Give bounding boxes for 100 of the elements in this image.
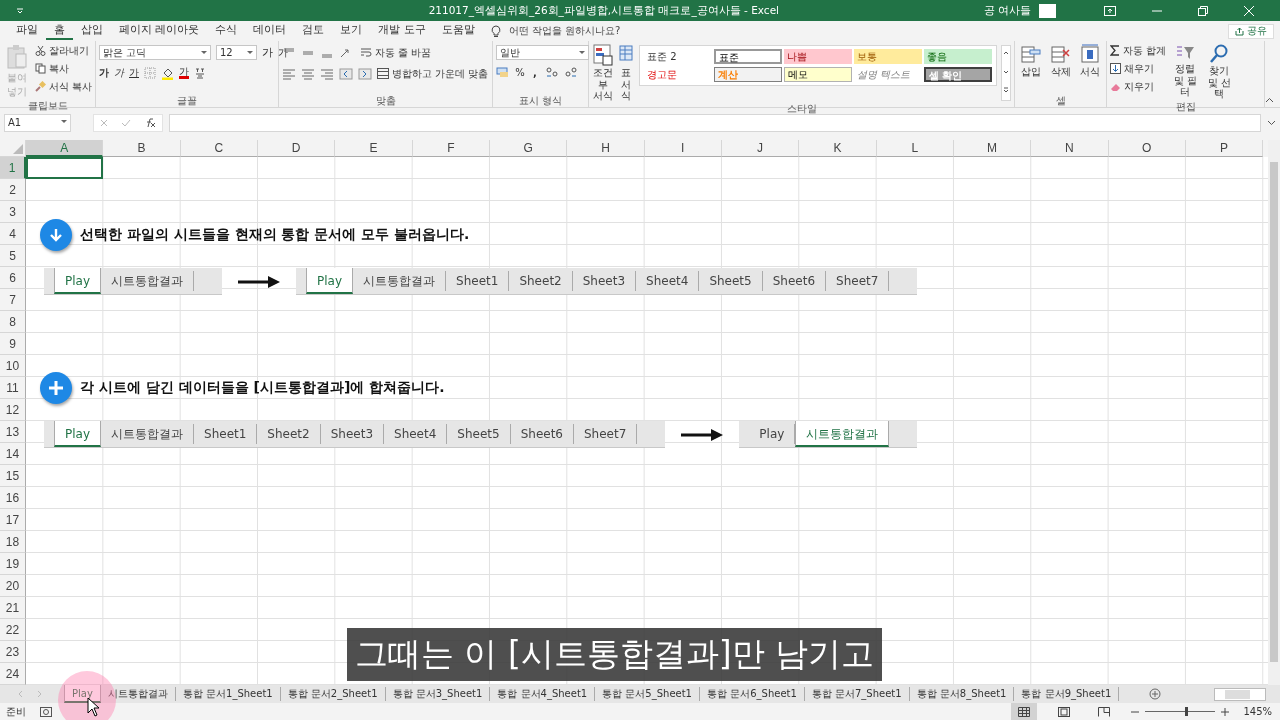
column-header[interactable]: M <box>953 140 1032 157</box>
row-header[interactable]: 5 <box>0 245 26 267</box>
ribbon-tab[interactable]: 수식 <box>207 22 246 41</box>
find-select-button[interactable]: 찾기 및 선택 <box>1204 43 1235 100</box>
format-painter-button[interactable]: 서식 복사 <box>34 79 92 94</box>
underline-button[interactable]: 가 <box>129 66 139 80</box>
row-header[interactable]: 24 <box>0 663 26 685</box>
sheet-tab[interactable]: 시트통합결과 <box>100 687 176 701</box>
sheet-tab[interactable]: 통합 문서1_Sheet1 <box>175 687 281 701</box>
delete-cells-button[interactable]: 삭제 <box>1047 43 1074 79</box>
row-header[interactable]: 22 <box>0 619 26 641</box>
font-color-button[interactable]: 가 <box>179 67 189 79</box>
cut-button[interactable]: 잘라내기 <box>34 43 92 58</box>
column-header[interactable]: E <box>335 140 413 157</box>
sort-filter-button[interactable]: 정렬 및 필터 <box>1170 43 1201 98</box>
phonetic-guide-icon[interactable] <box>194 67 206 79</box>
normal-view-icon[interactable] <box>1011 703 1038 720</box>
row-header[interactable]: 15 <box>0 465 26 487</box>
row-header[interactable]: 11 <box>0 377 26 399</box>
row-header[interactable]: 7 <box>0 289 26 311</box>
ribbon-tab[interactable]: 페이지 레이아웃 <box>111 22 208 41</box>
selected-cell[interactable] <box>26 157 104 179</box>
cell-style[interactable]: 메모 <box>784 67 852 82</box>
sheet-tab[interactable]: 통합 문서7_Sheet1 <box>804 687 910 701</box>
row-header[interactable]: 6 <box>0 267 26 289</box>
close-icon[interactable] <box>1244 5 1254 16</box>
copy-button[interactable]: 복사 <box>34 61 92 76</box>
font-name-dropdown[interactable]: 맑은 고딕 <box>99 45 211 60</box>
sheet-tab[interactable]: 통합 문서6_Sheet1 <box>700 687 805 701</box>
insert-cells-button[interactable]: 삽입 <box>1018 43 1044 79</box>
zoom-level[interactable]: 145% <box>1243 706 1272 717</box>
name-box[interactable]: A1 <box>4 114 71 132</box>
column-header[interactable]: D <box>258 140 336 157</box>
cell-style[interactable]: 보통 <box>854 49 922 64</box>
increase-font-button[interactable]: 가 <box>262 45 273 60</box>
percent-button[interactable]: % <box>515 66 525 78</box>
cell-style[interactable]: 설명 텍스트 <box>854 67 922 82</box>
sheet-tab[interactable]: 통합 문서8_Sheet1 <box>909 687 1015 701</box>
cell-style[interactable]: 좋음 <box>924 49 992 64</box>
row-header[interactable]: 23 <box>0 641 26 663</box>
number-format-dropdown[interactable]: 일반 <box>496 45 589 60</box>
row-header[interactable]: 19 <box>0 553 26 575</box>
ribbon-tab[interactable]: 보기 <box>332 22 371 41</box>
share-button[interactable]: 공유 <box>1228 23 1274 39</box>
decrease-decimal-icon[interactable] <box>564 66 578 78</box>
increase-decimal-icon[interactable] <box>545 66 559 78</box>
column-header[interactable]: J <box>721 140 800 157</box>
restore-icon[interactable] <box>1198 5 1208 16</box>
vertical-scrollbar[interactable] <box>1268 140 1280 685</box>
tell-me-search[interactable]: 어떤 작업을 원하시나요? <box>508 24 621 39</box>
row-header[interactable]: 2 <box>0 179 26 201</box>
format-cells-button[interactable]: 서식 <box>1077 43 1103 79</box>
row-header[interactable]: 14 <box>0 443 26 465</box>
cell-style[interactable]: 나쁨 <box>784 49 852 64</box>
ribbon-tab[interactable]: 검토 <box>294 22 333 41</box>
row-header[interactable]: 12 <box>0 399 26 421</box>
column-header[interactable]: P <box>1185 140 1264 157</box>
row-header[interactable]: 8 <box>0 311 26 333</box>
bold-button[interactable]: 가 <box>99 66 109 80</box>
profile-picture[interactable] <box>1039 3 1056 18</box>
row-header[interactable]: 3 <box>0 201 26 223</box>
row-header[interactable]: 17 <box>0 509 26 531</box>
font-size-dropdown[interactable]: 12 <box>216 45 257 60</box>
sheet-tab[interactable]: 통합 문서2_Sheet1 <box>280 687 386 701</box>
column-header[interactable]: F <box>412 140 490 157</box>
cell-style[interactable]: 표준 2 <box>644 49 712 64</box>
decrease-font-button[interactable]: 가 <box>278 45 288 60</box>
row-header[interactable]: 13 <box>0 421 26 443</box>
row-header[interactable]: 4 <box>0 223 26 245</box>
column-header[interactable]: G <box>489 140 568 157</box>
column-header[interactable]: I <box>644 140 722 157</box>
ribbon-tab[interactable]: 삽입 <box>73 22 111 41</box>
column-header[interactable]: K <box>799 140 877 157</box>
ribbon-display-icon[interactable] <box>1104 5 1116 16</box>
comma-button[interactable]: , <box>530 66 540 78</box>
conditional-formatting-button[interactable]: 조건부 서식 <box>592 43 614 102</box>
ribbon-tab[interactable]: 데이터 <box>245 22 295 41</box>
column-header[interactable]: C <box>180 140 258 157</box>
column-header[interactable]: B <box>103 140 181 157</box>
sheet-tab[interactable]: 통합 문서5_Sheet1 <box>595 687 700 701</box>
customize-toolbar-icon[interactable] <box>16 6 24 15</box>
fill-color-icon[interactable] <box>161 66 174 80</box>
row-header[interactable]: 10 <box>0 355 26 377</box>
column-header[interactable]: L <box>876 140 954 157</box>
formula-input-field[interactable] <box>169 114 1261 132</box>
row-header[interactable]: 18 <box>0 531 26 553</box>
italic-button[interactable]: 가 <box>114 66 124 80</box>
sheet-tab[interactable]: 통합 문서3_Sheet1 <box>385 687 491 701</box>
zoom-in-icon[interactable] <box>1221 707 1230 716</box>
format-as-table-button[interactable]: 표 서식 <box>617 43 635 102</box>
column-header[interactable]: O <box>1108 140 1186 157</box>
row-header[interactable]: 1 <box>0 157 26 179</box>
increase-indent-icon[interactable] <box>358 67 372 80</box>
wrap-text-button[interactable]: 자동 줄 바꿈 <box>360 45 432 60</box>
new-sheet-icon[interactable] <box>1149 688 1162 700</box>
autosum-button[interactable]: 자동 합계 <box>1110 43 1167 58</box>
column-header[interactable]: A <box>26 140 104 157</box>
macro-record-icon[interactable] <box>40 706 52 717</box>
column-header[interactable]: N <box>1031 140 1109 157</box>
gallery-scrollbar[interactable] <box>1001 45 1011 101</box>
